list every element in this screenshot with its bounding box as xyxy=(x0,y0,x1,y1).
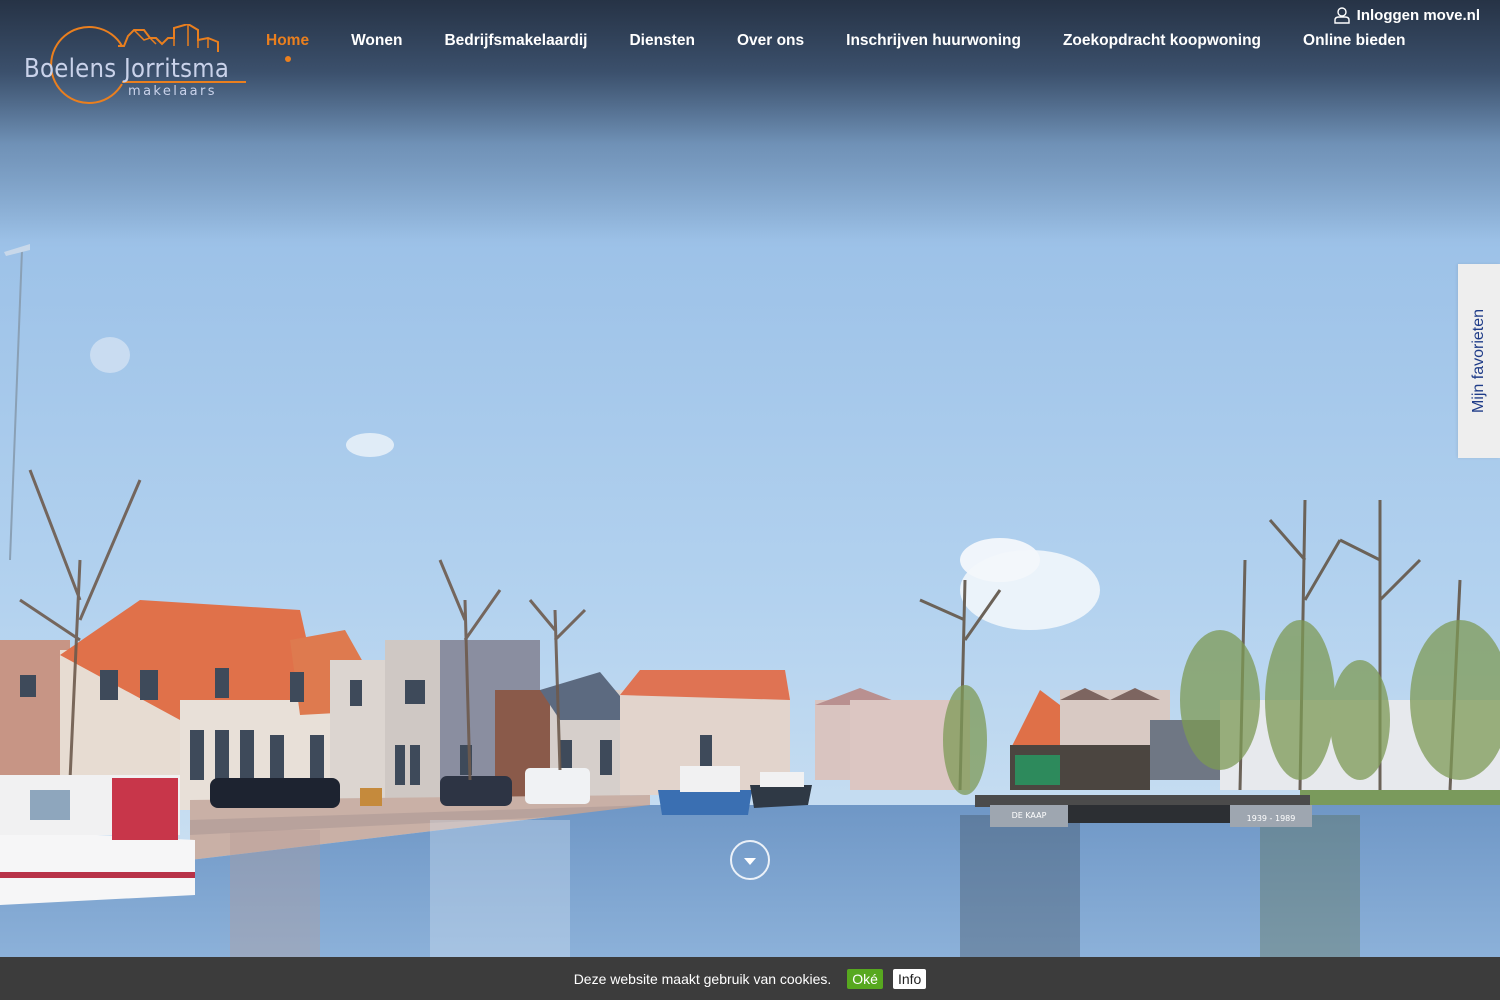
nav-label: Zoekopdracht koopwoning xyxy=(1062,32,1262,49)
cookie-info-button[interactable]: Info xyxy=(892,968,927,989)
login-label: Inloggen move.nl xyxy=(1356,7,1480,24)
cookie-message: Deze website maakt gebruik van cookies. xyxy=(573,970,832,987)
nav-label: Wonen xyxy=(351,32,403,49)
cookie-accept-button[interactable]: Oké xyxy=(847,968,883,989)
nav-item-diensten[interactable]: Diensten xyxy=(629,32,694,50)
login-link[interactable]: Inloggen move.nl xyxy=(1333,7,1480,24)
active-indicator xyxy=(284,56,291,62)
nav-item-inschrijven-huurwoning[interactable]: Inschrijven huurwoning xyxy=(846,32,1021,50)
logo[interactable]: Boelens Jorritsma makelaars xyxy=(22,24,252,108)
logo-name: Boelens Jorritsma xyxy=(24,54,230,84)
main-nav: Home Wonen Bedrijfsmakelaardij Diensten … xyxy=(266,32,1406,62)
nav-item-over-ons[interactable]: Over ons xyxy=(737,32,804,50)
user-icon xyxy=(1333,7,1350,24)
nav-label: Home xyxy=(266,32,310,49)
logo-subtitle: makelaars xyxy=(128,84,217,99)
nav-item-zoekopdracht-koopwoning[interactable]: Zoekopdracht koopwoning xyxy=(1063,32,1261,50)
favorites-tab[interactable]: Mijn favorieten xyxy=(1458,264,1500,458)
scroll-down-button[interactable] xyxy=(730,840,770,880)
favorites-label: Mijn favorieten xyxy=(1470,308,1488,414)
jetty-sign-left: DE KAAP xyxy=(1012,811,1047,820)
nav-item-home[interactable]: Home xyxy=(266,32,310,62)
jetty-sign-right: 1939 - 1989 xyxy=(1247,814,1296,823)
nav-label: Over ons xyxy=(736,32,805,49)
nav-label: Inschrijven huurwoning xyxy=(846,32,1021,49)
nav-item-bedrijfsmakelaardij[interactable]: Bedrijfsmakelaardij xyxy=(444,32,587,50)
cookie-bar: Deze website maakt gebruik van cookies. … xyxy=(0,957,1500,1000)
boat-left xyxy=(0,775,195,905)
nav-label: Online bieden xyxy=(1303,32,1406,49)
nav-item-wonen[interactable]: Wonen xyxy=(351,32,402,50)
nav-item-online-bieden[interactable]: Online bieden xyxy=(1303,32,1405,50)
nav-label: Diensten xyxy=(629,32,695,49)
jetty: DE KAAP 1939 - 1989 xyxy=(975,795,1312,827)
nav-label: Bedrijfsmakelaardij xyxy=(444,32,588,49)
chevron-down-icon xyxy=(744,857,756,865)
